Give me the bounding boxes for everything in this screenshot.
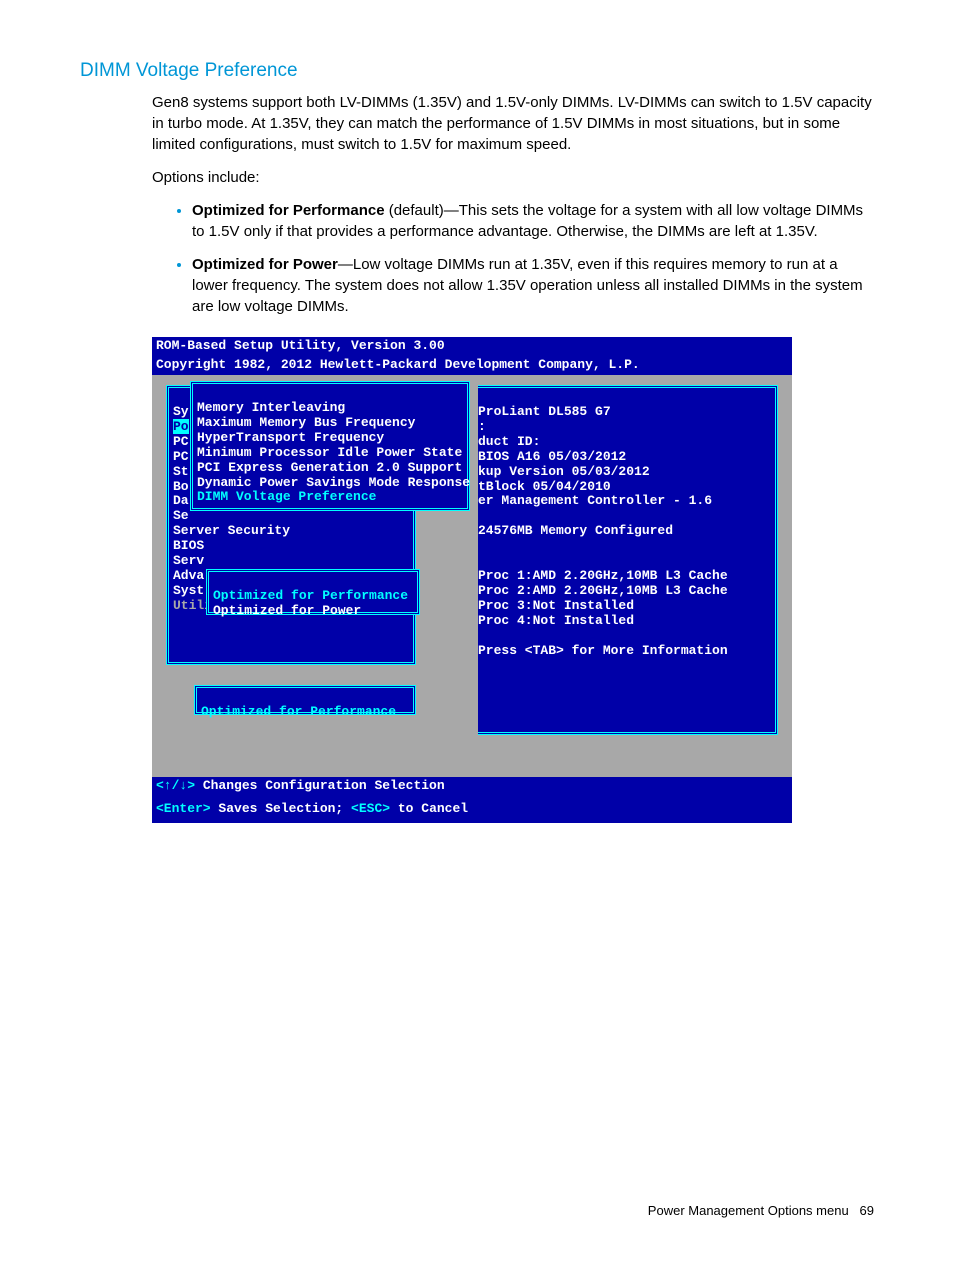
bios-title-line2: Copyright 1982, 2012 Hewlett-Packard Dev… [152,356,792,375]
option-strong: Optimized for Power [192,256,338,273]
bios-info-panel: ProLiant DL585 G7 : duct ID: BIOS A16 05… [478,385,778,735]
page-number: 69 [860,1203,874,1218]
bios-current-panel: Optimized for Performance [194,685,416,715]
bios-submenu-panel: Optimized for Performance Optimized for … [206,569,420,615]
options-label: Options include: [152,167,874,188]
bios-footer-line1: <↑/↓> Changes Configuration Selection [152,777,792,800]
section-heading: DIMM Voltage Preference [80,60,874,82]
menu-item-selected[interactable]: DIMM Voltage Preference [197,489,376,504]
menu-item[interactable]: Dynamic Power Savings Mode Response [197,475,470,490]
option-strong: Optimized for Performance [192,202,385,219]
bios-menu-panel: Memory Interleaving Maximum Memory Bus F… [190,381,470,511]
body-para-1: Gen8 systems support both LV-DIMMs (1.35… [152,92,874,155]
menu-item[interactable]: HyperTransport Frequency [197,430,384,445]
submenu-item[interactable]: Optimized for Power [213,603,361,618]
bios-title-line1: ROM-Based Setup Utility, Version 3.00 [152,337,792,356]
page-footer: Power Management Options menu 69 [80,1203,874,1218]
options-list: Optimized for Performance (default)—This… [152,200,874,317]
menu-item[interactable]: Minimum Processor Idle Power State [197,445,462,460]
menu-item[interactable]: Memory Interleaving [197,400,345,415]
footer-text: Power Management Options menu [648,1203,849,1218]
menu-item[interactable]: PCI Express Generation 2.0 Support [197,460,462,475]
current-value: Optimized for Performance [201,704,396,719]
bios-screenshot: ROM-Based Setup Utility, Version 3.00 Co… [152,337,792,823]
menu-item[interactable]: Maximum Memory Bus Frequency [197,415,415,430]
option-item: Optimized for Performance (default)—This… [192,200,874,242]
submenu-item-selected[interactable]: Optimized for Performance [213,588,408,603]
bios-body: Sy Po PC PC St Bo Da Se Server Security.… [152,375,792,777]
bios-footer-line2: <Enter> Saves Selection; <ESC> to Cancel [152,800,792,823]
option-item: Optimized for Power—Low voltage DIMMs ru… [192,254,874,317]
